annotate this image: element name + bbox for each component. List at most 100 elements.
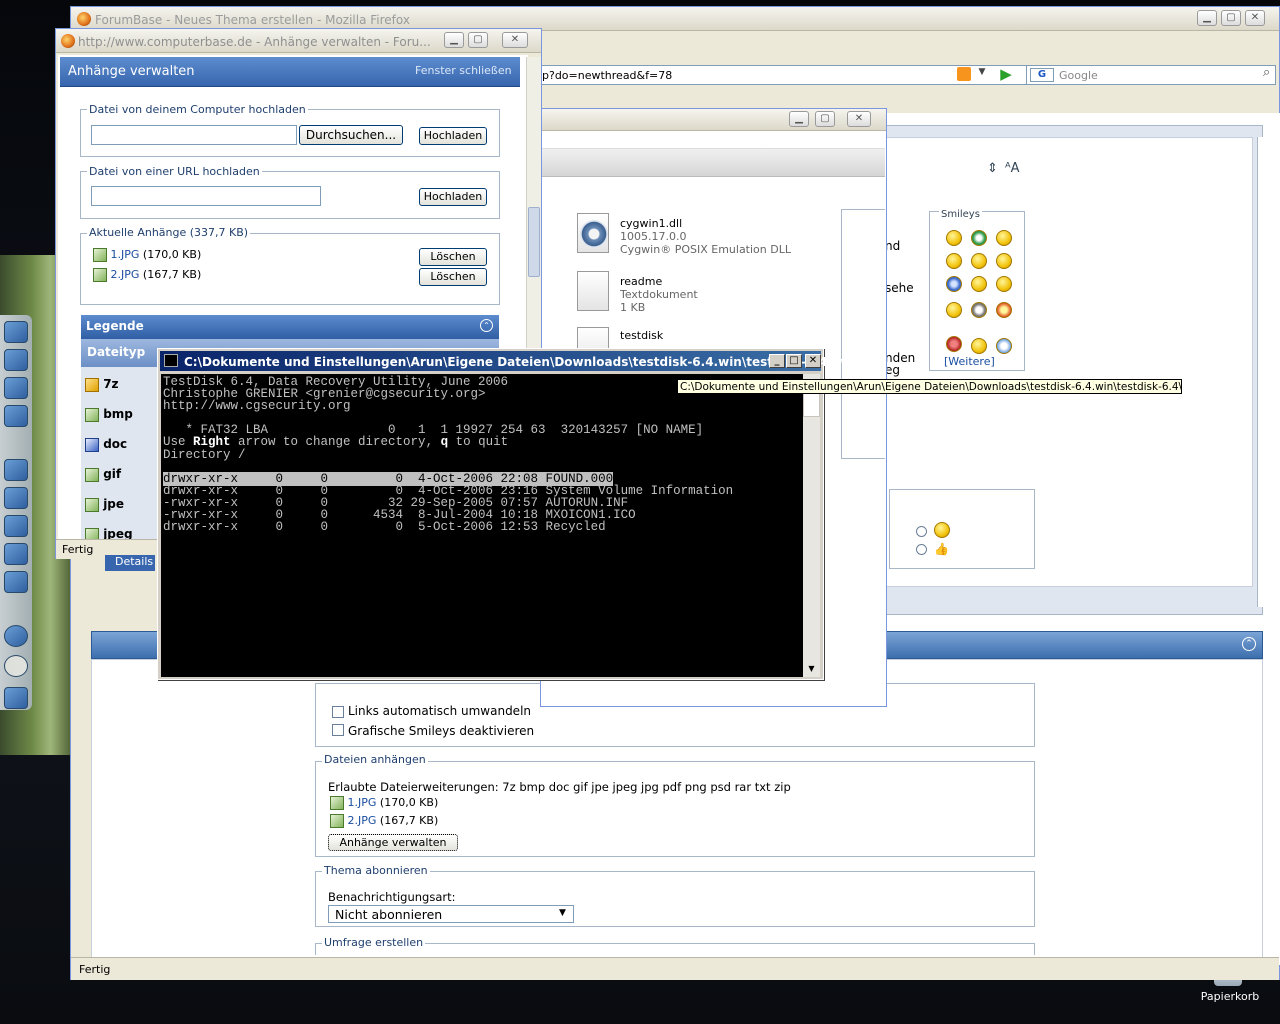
smileys-disable-label: Grafische Smileys deaktivieren <box>348 724 535 738</box>
minimize-button[interactable]: ▁ <box>1197 10 1217 26</box>
maximize-button[interactable]: ▢ <box>815 111 835 127</box>
delete-button[interactable]: Löschen <box>419 248 487 266</box>
explorer-menu <box>541 131 885 149</box>
subscribe-legend: Thema abonnieren <box>322 864 430 877</box>
image-file-icon <box>330 814 344 828</box>
smiley-smile-icon[interactable] <box>946 230 962 246</box>
dock-printer-icon[interactable] <box>4 687 28 709</box>
url-input[interactable] <box>91 186 321 206</box>
attachments-window-title: http://www.computerbase.de - Anhänge ver… <box>78 35 431 49</box>
close-button[interactable]: ✕ <box>502 32 528 48</box>
smiley-happy-icon[interactable] <box>996 230 1012 246</box>
dock-clock-icon[interactable] <box>4 655 28 677</box>
dock-computer-icon[interactable] <box>4 321 28 343</box>
file-path-input[interactable] <box>91 125 297 145</box>
current-attachments-fieldset: 1.JPG (170,0 KB) 2.JPG (167,7 KB) Lösche… <box>80 233 500 305</box>
google-engine-icon[interactable]: G <box>1030 68 1054 82</box>
minimize-button[interactable]: ▁ <box>789 111 809 127</box>
status-text: Fertig <box>62 543 94 556</box>
smiley-devil-icon[interactable] <box>996 302 1012 318</box>
smiley-confused-icon[interactable] <box>971 253 987 269</box>
manage-attachments-button[interactable]: Anhänge verwalten <box>328 834 458 851</box>
smiley-surprised-icon[interactable] <box>996 338 1012 354</box>
maximize-button[interactable]: ▢ <box>1221 10 1241 26</box>
attachments-titlebar[interactable]: http://www.computerbase.de - Anhänge ver… <box>56 29 541 53</box>
dock-recycle-icon[interactable] <box>4 405 28 427</box>
notify-label: Benachrichtigungsart: <box>328 890 456 904</box>
chevron-down-icon[interactable]: ▼ <box>559 908 566 918</box>
collapse-icon[interactable]: ⌃ <box>480 319 493 332</box>
details-tab[interactable]: Details <box>105 555 155 571</box>
image-file-icon <box>330 796 344 810</box>
close-button[interactable]: ✕ <box>847 111 871 127</box>
browse-button[interactable]: Durchsuchen... <box>299 125 403 145</box>
allowed-extensions: Erlaubte Dateierweiterungen: 7z bmp doc … <box>328 780 791 794</box>
file-size: 1 KB <box>620 301 646 314</box>
console-output[interactable]: TestDisk 6.4, Data Recovery Utility, Jun… <box>161 374 803 677</box>
dock-media-icon[interactable] <box>4 377 28 399</box>
attachment-link[interactable]: 1.JPG <box>348 796 377 809</box>
scroll-thumb[interactable] <box>803 391 820 417</box>
post-icon-smile <box>934 522 950 538</box>
maximize-button[interactable]: □ <box>786 354 802 368</box>
dock-mail-icon[interactable] <box>4 571 28 593</box>
smileys-disable-checkbox[interactable] <box>332 724 344 736</box>
attachment-link[interactable]: 2.JPG <box>111 268 140 281</box>
console-titlebar[interactable]: C:\Dokumente und Einstellungen\Arun\Eige… <box>160 351 869 371</box>
directory-entry[interactable]: drwxr-xr-x 0 0 0 5-Oct-2006 12:53 Recycl… <box>163 521 803 534</box>
attachment-link[interactable]: 2.JPG <box>348 814 377 827</box>
url-dropdown-icon[interactable]: ▼ <box>975 67 989 81</box>
upload-url-button[interactable]: Hochladen <box>419 188 487 206</box>
smiley-sad-icon[interactable] <box>946 276 962 292</box>
minimize-button[interactable]: _ <box>769 354 785 368</box>
file-description: Cygwin® POSIX Emulation DLL <box>620 243 791 256</box>
smiley-shocked-icon[interactable] <box>971 338 987 354</box>
icon-radio-2[interactable] <box>916 544 927 555</box>
post-icon-options: 👍 <box>889 489 1035 569</box>
delete-button[interactable]: Löschen <box>419 268 487 286</box>
smiley-red-icon[interactable] <box>946 336 962 352</box>
smiley-wink-icon[interactable] <box>946 253 962 269</box>
explorer-titlebar[interactable]: ▁ ▢ ✕ <box>541 109 886 131</box>
notify-select[interactable]: Nicht abonnieren ▼ <box>328 905 574 923</box>
dock-document-icon[interactable] <box>4 459 28 481</box>
go-arrow-icon[interactable]: ▶ <box>995 65 1017 85</box>
minimize-button[interactable]: ▁ <box>444 32 464 48</box>
search-bar[interactable]: G Google <box>1026 65 1276 85</box>
editor-fragment-4: eg <box>885 363 900 377</box>
thumbs-up-icon: 👍 <box>934 542 949 556</box>
attachment-link[interactable]: 1.JPG <box>111 248 140 261</box>
dock-folder-icon[interactable] <box>4 487 28 509</box>
search-magnifier-icon[interactable]: ⌕ <box>1263 65 1280 85</box>
smiley-eyes-icon[interactable] <box>971 302 987 318</box>
close-window-link[interactable]: Fenster schließen <box>415 64 512 77</box>
smiley-big-smile-icon[interactable] <box>946 302 962 318</box>
dock-help-icon[interactable] <box>4 625 28 647</box>
upload-button[interactable]: Hochladen <box>419 127 487 145</box>
more-smileys-link[interactable]: [Weitere] <box>944 355 995 368</box>
url-text: p?do=newthread&f=78 <box>542 69 673 82</box>
smiley-frown-icon[interactable] <box>996 276 1012 292</box>
rss-icon[interactable] <box>957 67 971 81</box>
list-item: bmp <box>85 407 133 422</box>
dock-ie-icon[interactable] <box>4 349 28 371</box>
attachment-size: (167,7 KB) <box>142 268 202 281</box>
search-placeholder: Google <box>1059 69 1098 82</box>
close-button[interactable]: ✕ <box>1245 10 1265 26</box>
dock-paint-icon[interactable] <box>4 543 28 565</box>
maximize-button[interactable]: ▢ <box>468 32 488 48</box>
console-scrollbar[interactable]: ▲ ▼ <box>803 374 820 677</box>
scroll-down-icon[interactable]: ▼ <box>803 660 820 677</box>
smiley-cool-icon[interactable] <box>996 253 1012 269</box>
scroll-thumb[interactable] <box>528 207 540 277</box>
links-checkbox[interactable] <box>332 706 344 718</box>
smiley-grin-icon[interactable] <box>971 230 987 246</box>
dock-page-icon[interactable] <box>4 515 28 537</box>
icon-radio-1[interactable] <box>916 526 927 537</box>
file-type: Textdokument <box>620 288 698 301</box>
font-switch-icon[interactable]: ᴬA <box>1005 161 1020 176</box>
attachment-size: (170,0 KB) <box>142 248 202 261</box>
close-button[interactable]: ✕ <box>805 354 821 368</box>
collapse-icon[interactable]: ⌃ <box>1242 637 1256 651</box>
smiley-mad-icon[interactable] <box>971 276 987 292</box>
